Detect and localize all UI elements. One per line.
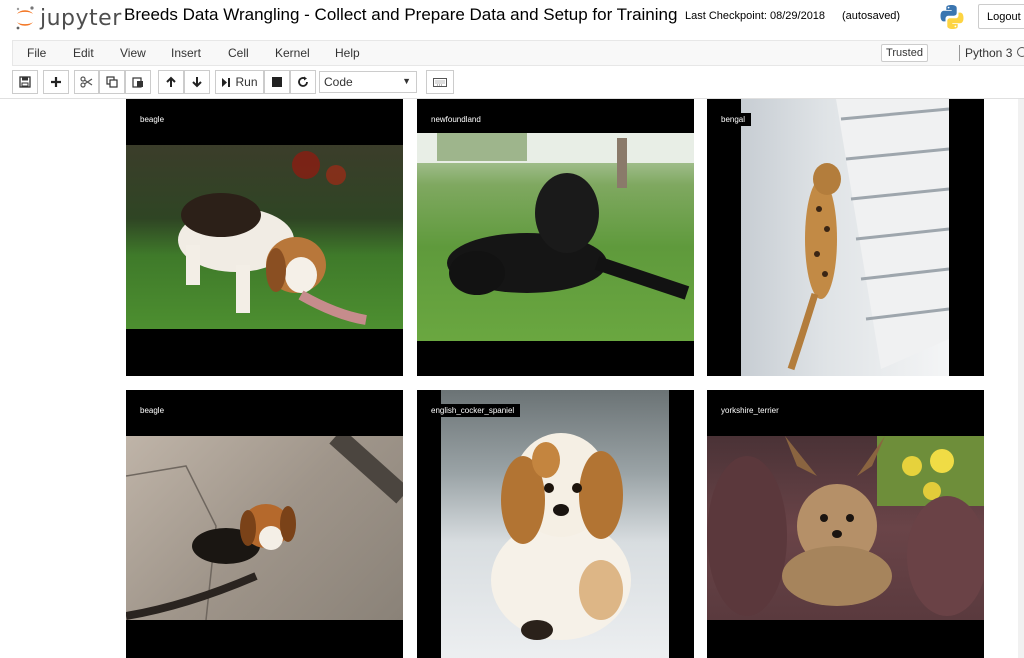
menubar: File Edit View Insert Cell Kernel Help T… [12,40,1024,66]
command-palette-button[interactable] [426,70,454,94]
stop-icon [272,77,282,87]
tile-label: english_cocker_spaniel [425,404,521,417]
output-image-tile: yorkshire_terrier [707,390,984,658]
kernel-idle-icon [1017,47,1024,57]
bengal-photo [741,99,949,376]
dropdown-arrow-icon: ▼ [402,76,411,86]
notebook-container[interactable]: beagle newfoundland bengal beagle englis… [0,98,1024,658]
yorkshire-terrier-photo [707,436,984,620]
insert-cell-button[interactable] [43,70,69,94]
menu-insert[interactable]: Insert [171,46,201,60]
autosave-status: (autosaved) [842,10,901,22]
scissors-icon [80,76,93,88]
trusted-indicator[interactable]: Trusted [881,44,928,62]
notebook-title[interactable]: Breeds Data Wrangling - Collect and Prep… [124,5,677,25]
arrow-down-icon [192,77,202,88]
notebook-scrollbar[interactable] [1018,99,1024,658]
menu-edit[interactable]: Edit [73,46,94,60]
move-down-button[interactable] [184,70,210,94]
beagle-photo [126,436,403,620]
jupyter-logo-icon [16,6,34,30]
python-logo-icon [940,5,964,29]
output-image-tile: beagle [126,99,403,376]
menu-file[interactable]: File [27,46,46,60]
interrupt-kernel-button[interactable] [264,70,290,94]
menu-cell[interactable]: Cell [228,46,249,60]
plus-icon [51,77,61,87]
tile-label: beagle [134,113,171,126]
tile-label: beagle [134,404,171,417]
english-cocker-spaniel-photo [441,390,669,658]
move-up-button[interactable] [158,70,184,94]
restart-kernel-button[interactable] [290,70,316,94]
restart-icon [298,76,308,87]
output-image-tile: newfoundland [417,99,694,376]
beagle-photo [126,145,403,329]
run-icon [222,77,231,87]
copy-cell-button[interactable] [99,70,125,94]
output-image-tile: bengal [707,99,984,376]
arrow-up-icon [166,76,176,87]
menu-kernel[interactable]: Kernel [275,46,310,60]
run-button[interactable]: Run [215,70,264,94]
paste-icon [132,77,143,88]
jupyter-logo-text: jupyter [40,5,122,31]
cell-type-select[interactable]: Code ▼ [319,71,417,93]
tile-label: newfoundland [425,113,487,126]
menu-view[interactable]: View [120,46,146,60]
notebook-toolbar: Run Code ▼ [12,70,1024,96]
save-button[interactable] [12,70,38,94]
output-image-tile: beagle [126,390,403,658]
logout-button[interactable]: Logout [978,4,1024,29]
notebook-header: jupyter Breeds Data Wrangling - Collect … [0,0,1024,38]
run-button-label: Run [235,75,258,89]
menu-help[interactable]: Help [335,46,360,60]
tile-label: bengal [715,113,752,126]
jupyter-logo[interactable]: jupyter [14,4,122,32]
cut-cell-button[interactable] [74,70,99,94]
save-icon [19,76,31,88]
kernel-divider [959,45,960,61]
kernel-name[interactable]: Python 3 [965,46,1012,60]
output-image-tile: english_cocker_spaniel [417,390,694,658]
cell-type-value: Code [324,75,353,89]
checkpoint-status: Last Checkpoint: 08/29/2018 [685,10,826,22]
paste-cell-button[interactable] [125,70,151,94]
keyboard-icon [433,77,447,87]
tile-label: yorkshire_terrier [715,404,785,417]
newfoundland-photo [417,133,694,341]
copy-icon [106,76,118,88]
